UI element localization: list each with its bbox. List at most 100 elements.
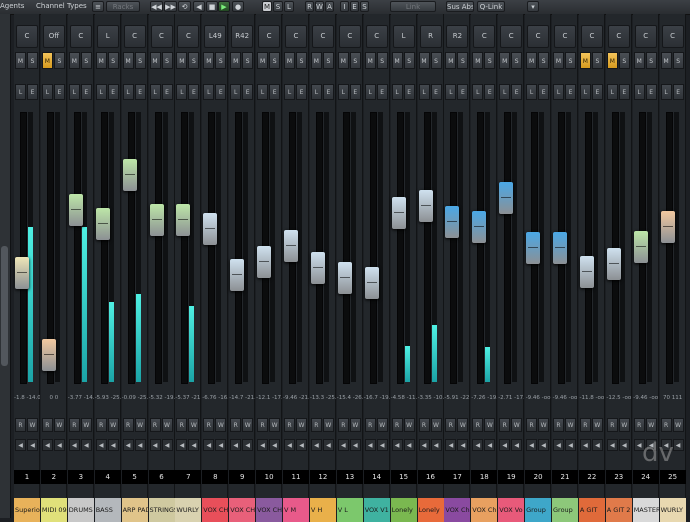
channel-name[interactable]: VOX Vo [498,498,525,522]
pan-display[interactable]: C [177,25,200,48]
pan-display[interactable]: C [69,25,92,48]
read-automation-button[interactable]: R [391,418,403,432]
read-automation-button[interactable]: R [203,418,215,432]
fader-track[interactable] [584,112,592,384]
mute-button[interactable]: M [606,52,618,69]
listen-button[interactable]: L [15,84,26,100]
listen-button[interactable]: L [579,84,591,100]
volume-readout[interactable]: -13.3 -25.8 [310,395,336,401]
toolbar-item-22[interactable]: Q-Link [477,1,505,12]
output-arrow-icon[interactable]: ◀ [80,439,92,451]
pan-display[interactable]: C [634,25,657,48]
fader-track[interactable] [73,112,81,384]
edit-button[interactable]: E [349,84,361,100]
fader-cap[interactable] [579,256,594,288]
volume-readout[interactable]: -1.8 -14.0 [14,395,40,401]
fader-cap[interactable] [445,206,460,238]
toolbar-item-0[interactable]: Agents [0,1,33,12]
output-arrow-icon[interactable]: ◀ [484,439,496,451]
write-automation-button[interactable]: W [242,418,254,432]
toolbar-item-13[interactable]: L [284,1,294,12]
channel-name[interactable]: VOX CH [229,498,256,522]
fader-track[interactable] [504,112,512,384]
write-automation-button[interactable]: W [511,418,523,432]
toolbar-item-3[interactable]: Racks [106,1,140,12]
solo-button[interactable]: S [107,52,119,69]
edit-button[interactable]: E [645,84,657,100]
input-arrow-icon[interactable]: ◀ [553,439,564,451]
read-automation-button[interactable]: R [15,418,26,432]
listen-button[interactable]: L [445,84,457,100]
toolbar-item-4[interactable]: ◀◀ [150,1,163,12]
listen-button[interactable]: L [176,84,188,100]
input-arrow-icon[interactable]: ◀ [499,439,511,451]
fader-cap[interactable] [337,262,352,294]
fader-track[interactable] [208,112,216,384]
channel-name[interactable]: MIDI 09 [40,498,67,522]
edit-button[interactable]: E [53,84,65,100]
listen-button[interactable]: L [418,84,430,100]
fader-cap[interactable] [418,190,433,222]
write-automation-button[interactable]: W [53,418,65,432]
toolbar-item-11[interactable]: M [262,1,272,12]
output-arrow-icon[interactable]: ◀ [322,439,334,451]
read-automation-button[interactable]: R [230,418,242,432]
channel-name[interactable]: Superior [14,498,40,522]
toolbar-item-18[interactable]: E [350,1,359,12]
toolbar-item-8[interactable]: ■ [206,1,218,12]
write-automation-button[interactable]: W [215,418,227,432]
listen-button[interactable]: L [553,84,564,100]
solo-button[interactable]: S [242,52,254,69]
toolbar-item-6[interactable]: ⟲ [178,1,191,12]
write-automation-button[interactable]: W [484,418,496,432]
pan-display[interactable]: C [527,25,550,48]
listen-button[interactable]: L [41,84,53,100]
listen-button[interactable]: L [364,84,376,100]
fader-cap[interactable] [149,204,164,236]
write-automation-button[interactable]: W [161,418,173,432]
pan-display[interactable]: C [554,25,576,48]
write-automation-button[interactable]: W [269,418,281,432]
channel-name[interactable]: BASS [94,498,121,522]
edit-button[interactable]: E [376,84,388,100]
mute-button[interactable]: M [310,52,322,69]
scroll-thumb[interactable] [1,246,8,366]
channel-name[interactable]: VOX CH [202,498,229,522]
input-arrow-icon[interactable]: ◀ [203,439,215,451]
write-automation-button[interactable]: W [27,418,38,432]
output-arrow-icon[interactable]: ◀ [296,439,307,451]
read-automation-button[interactable]: R [41,418,53,432]
channel-name[interactable]: Lonely [417,498,444,522]
write-automation-button[interactable]: W [188,418,200,432]
output-arrow-icon[interactable]: ◀ [672,439,684,451]
pan-display[interactable]: C [365,25,388,48]
output-arrow-icon[interactable]: ◀ [403,439,415,451]
read-automation-button[interactable]: R [68,418,80,432]
listen-button[interactable]: L [149,84,161,100]
output-arrow-icon[interactable]: ◀ [349,439,361,451]
listen-button[interactable]: L [257,84,269,100]
read-automation-button[interactable]: R [606,418,618,432]
solo-button[interactable]: S [161,52,173,69]
volume-readout[interactable]: -12.1 -17.9 [256,395,282,401]
edit-button[interactable]: E [27,84,38,100]
input-arrow-icon[interactable]: ◀ [149,439,161,451]
pan-display[interactable]: C [16,25,38,48]
volume-readout[interactable]: 70 111 [660,395,686,401]
input-arrow-icon[interactable]: ◀ [472,439,484,451]
mute-button[interactable]: M [364,52,376,69]
fader-cap[interactable] [633,231,648,263]
pan-display[interactable]: Off [42,25,65,48]
volume-readout[interactable]: -5.32 -19.4 [149,395,175,401]
pan-display[interactable]: C [607,25,630,48]
pan-display[interactable]: C [580,25,603,48]
volume-readout[interactable]: -5.93 -25.5 [95,395,121,401]
mute-button[interactable]: M [337,52,349,69]
input-arrow-icon[interactable]: ◀ [95,439,107,451]
read-automation-button[interactable]: R [660,418,672,432]
fader-cap[interactable] [606,248,621,280]
write-automation-button[interactable]: W [107,418,119,432]
channel-name[interactable]: Group [525,498,552,522]
mute-button[interactable]: M [526,52,538,69]
pan-display[interactable]: C [150,25,173,48]
